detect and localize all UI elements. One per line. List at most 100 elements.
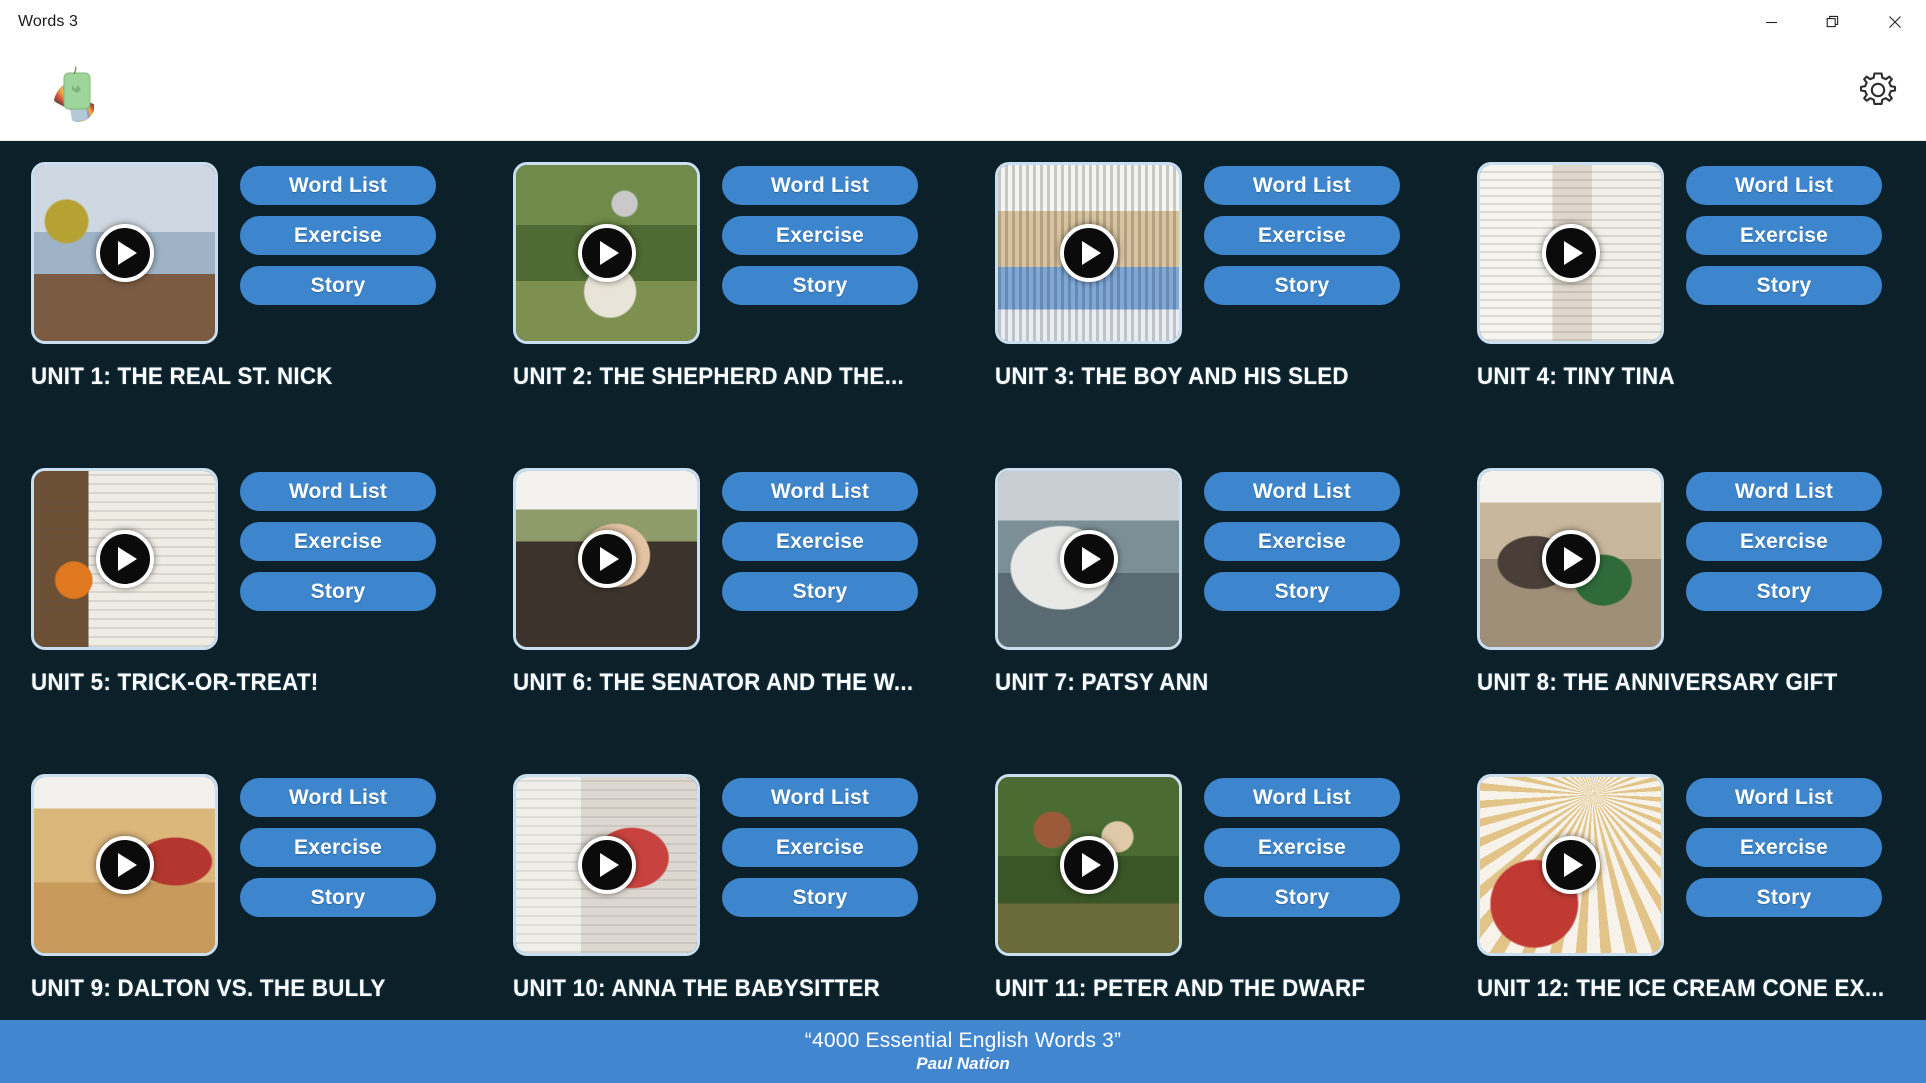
unit-actions: Word List Exercise Story <box>722 774 918 917</box>
play-icon[interactable] <box>95 530 154 588</box>
unit-thumbnail[interactable] <box>995 468 1182 650</box>
play-icon[interactable] <box>577 836 636 894</box>
unit-thumbnail[interactable] <box>31 162 218 344</box>
story-button[interactable]: Story <box>1686 878 1882 917</box>
exercise-button[interactable]: Exercise <box>1204 216 1400 255</box>
unit-card: Word List Exercise Story UNIT 1: THE REA… <box>31 162 513 468</box>
unit-title: UNIT 7: PATSY ANN <box>995 669 1209 696</box>
minimize-button[interactable] <box>1740 0 1802 44</box>
exercise-button[interactable]: Exercise <box>722 522 918 561</box>
story-button[interactable]: Story <box>240 878 436 917</box>
unit-actions: Word List Exercise Story <box>1686 468 1882 611</box>
story-button[interactable]: Story <box>1686 266 1882 305</box>
unit-thumbnail[interactable] <box>513 468 700 650</box>
gear-icon <box>1856 68 1900 117</box>
play-icon[interactable] <box>1059 530 1118 588</box>
story-button[interactable]: Story <box>722 572 918 611</box>
word-list-button[interactable]: Word List <box>722 166 918 205</box>
word-list-button[interactable]: Word List <box>1204 472 1400 511</box>
word-list-button[interactable]: Word List <box>1204 778 1400 817</box>
units-scroll-area[interactable]: Word List Exercise Story UNIT 1: THE REA… <box>0 141 1926 1020</box>
unit-card-body: Word List Exercise Story <box>513 774 995 956</box>
exercise-button[interactable]: Exercise <box>1204 522 1400 561</box>
unit-thumbnail[interactable] <box>31 468 218 650</box>
exercise-button[interactable]: Exercise <box>1686 522 1882 561</box>
unit-thumbnail[interactable] <box>1477 162 1664 344</box>
play-icon[interactable] <box>95 224 154 282</box>
unit-title: UNIT 5: TRICK-OR-TREAT! <box>31 669 319 696</box>
play-icon[interactable] <box>577 530 636 588</box>
unit-thumbnail[interactable] <box>995 162 1182 344</box>
unit-actions: Word List Exercise Story <box>240 162 436 305</box>
exercise-button[interactable]: Exercise <box>240 216 436 255</box>
play-icon[interactable] <box>1059 836 1118 894</box>
unit-card-body: Word List Exercise Story <box>1477 468 1926 650</box>
unit-thumbnail[interactable] <box>1477 468 1664 650</box>
unit-title: UNIT 3: THE BOY AND HIS SLED <box>995 363 1349 390</box>
word-list-button[interactable]: Word List <box>1686 472 1882 511</box>
restore-icon <box>1826 15 1840 29</box>
window-title: Words 3 <box>18 13 78 30</box>
exercise-button[interactable]: Exercise <box>240 828 436 867</box>
exercise-button[interactable]: Exercise <box>1686 828 1882 867</box>
unit-card-body: Word List Exercise Story <box>513 468 995 650</box>
story-button[interactable]: Story <box>1204 572 1400 611</box>
word-list-button[interactable]: Word List <box>722 472 918 511</box>
word-list-button[interactable]: Word List <box>240 166 436 205</box>
play-icon[interactable] <box>95 836 154 894</box>
minimize-icon <box>1765 16 1778 29</box>
unit-thumbnail[interactable] <box>995 774 1182 956</box>
unit-card: Word List Exercise Story UNIT 5: TRICK-O… <box>31 468 513 774</box>
unit-title: UNIT 9: DALTON VS. THE BULLY <box>31 975 386 1002</box>
play-icon[interactable] <box>1541 530 1600 588</box>
unit-title: UNIT 2: THE SHEPHERD AND THE... <box>513 363 905 390</box>
exercise-button[interactable]: Exercise <box>1204 828 1400 867</box>
story-button[interactable]: Story <box>722 878 918 917</box>
unit-title: UNIT 8: THE ANNIVERSARY GIFT <box>1477 669 1838 696</box>
close-button[interactable] <box>1864 0 1926 44</box>
word-list-button[interactable]: Word List <box>240 472 436 511</box>
window-controls <box>1740 0 1926 44</box>
exercise-button[interactable]: Exercise <box>1686 216 1882 255</box>
unit-card: Word List Exercise Story UNIT 8: THE ANN… <box>1477 468 1926 774</box>
story-button[interactable]: Story <box>1204 878 1400 917</box>
play-icon[interactable] <box>1541 836 1600 894</box>
unit-card-body: Word List Exercise Story <box>1477 162 1926 344</box>
unit-card-body: Word List Exercise Story <box>31 162 513 344</box>
unit-actions: Word List Exercise Story <box>240 774 436 917</box>
story-button[interactable]: Story <box>1686 572 1882 611</box>
book-title: “4000 Essential English Words 3” <box>804 1029 1122 1052</box>
settings-button[interactable] <box>1852 66 1904 118</box>
story-button[interactable]: Story <box>240 266 436 305</box>
play-icon[interactable] <box>1541 224 1600 282</box>
word-list-button[interactable]: Word List <box>240 778 436 817</box>
unit-card: Word List Exercise Story UNIT 11: PETER … <box>995 774 1477 1020</box>
unit-title: UNIT 4: TINY TINA <box>1477 363 1675 390</box>
unit-card-body: Word List Exercise Story <box>513 162 995 344</box>
story-button[interactable]: Story <box>722 266 918 305</box>
exercise-button[interactable]: Exercise <box>240 522 436 561</box>
word-list-button[interactable]: Word List <box>1686 166 1882 205</box>
unit-actions: Word List Exercise Story <box>1686 774 1882 917</box>
unit-thumbnail[interactable] <box>1477 774 1664 956</box>
play-icon[interactable] <box>1059 224 1118 282</box>
unit-actions: Word List Exercise Story <box>722 468 918 611</box>
restore-button[interactable] <box>1802 0 1864 44</box>
window-titlebar: Words 3 <box>0 0 1926 44</box>
unit-thumbnail[interactable] <box>513 162 700 344</box>
unit-thumbnail[interactable] <box>513 774 700 956</box>
word-list-button[interactable]: Word List <box>1686 778 1882 817</box>
unit-thumbnail[interactable] <box>31 774 218 956</box>
unit-card: Word List Exercise Story UNIT 7: PATSY A… <box>995 468 1477 774</box>
exercise-button[interactable]: Exercise <box>722 216 918 255</box>
word-list-button[interactable]: Word List <box>1204 166 1400 205</box>
units-grid: Word List Exercise Story UNIT 1: THE REA… <box>0 162 1926 1020</box>
word-list-button[interactable]: Word List <box>722 778 918 817</box>
story-button[interactable]: Story <box>1204 266 1400 305</box>
book-author: Paul Nation <box>916 1054 1010 1073</box>
story-button[interactable]: Story <box>240 572 436 611</box>
unit-card-body: Word List Exercise Story <box>995 774 1477 956</box>
exercise-button[interactable]: Exercise <box>722 828 918 867</box>
play-icon[interactable] <box>577 224 636 282</box>
footer-bar: “4000 Essential English Words 3” Paul Na… <box>0 1020 1926 1083</box>
